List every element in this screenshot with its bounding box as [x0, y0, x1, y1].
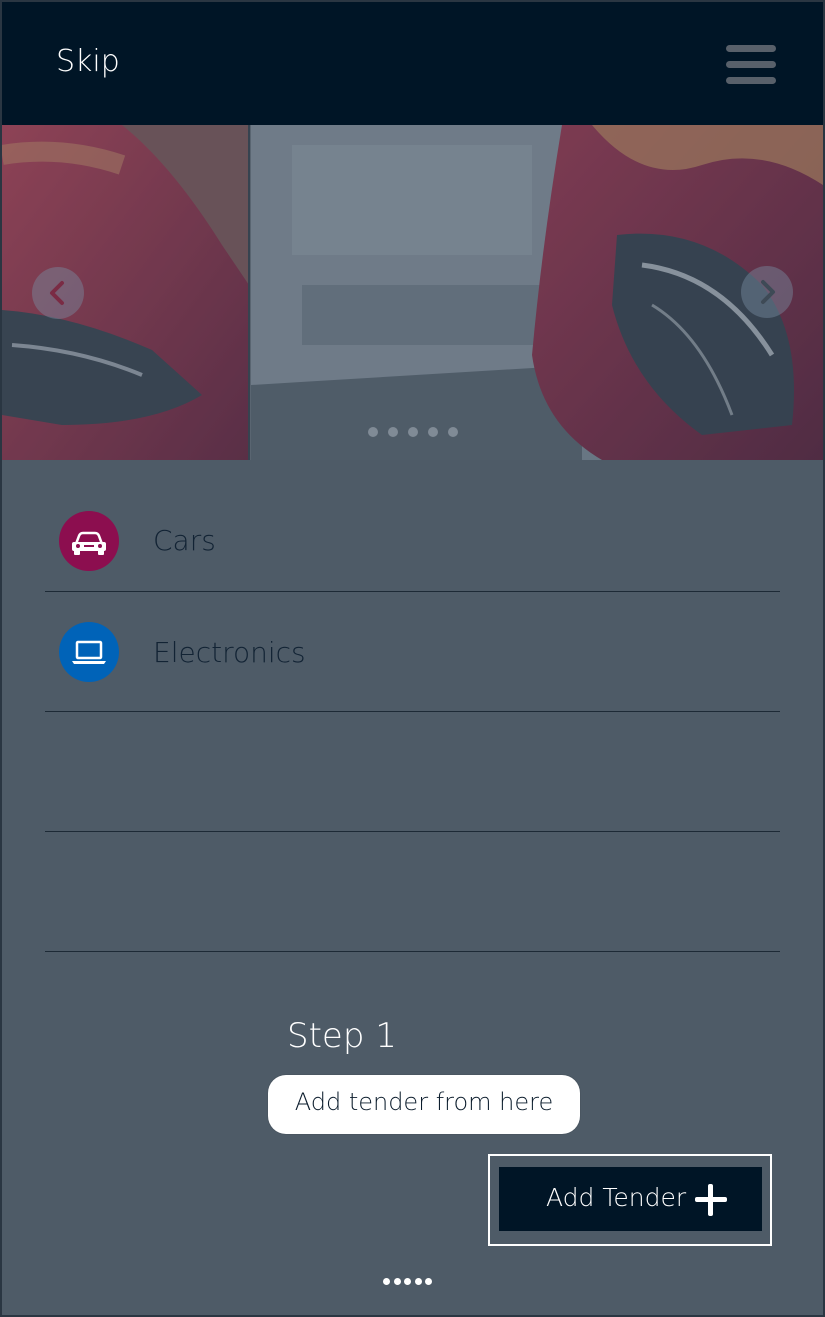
carousel-indicators	[368, 422, 468, 437]
category-label: Electronics	[153, 636, 306, 669]
category-list: Cars Electronics	[45, 480, 780, 952]
tutorial-hint-bubble: Add tender from here	[268, 1075, 580, 1134]
carousel-dot[interactable]	[428, 427, 438, 437]
hamburger-menu-icon[interactable]	[726, 45, 776, 85]
carousel-next-button[interactable]	[741, 266, 793, 318]
carousel-prev-button[interactable]	[32, 267, 84, 319]
chevron-left-icon	[50, 281, 64, 305]
add-tender-button[interactable]: Add Tender	[499, 1167, 762, 1231]
carousel-dot[interactable]	[388, 427, 398, 437]
carousel-dot[interactable]	[408, 427, 418, 437]
pager-dot[interactable]	[404, 1278, 411, 1285]
plus-icon	[695, 1184, 727, 1216]
category-item-cars[interactable]: Cars	[45, 480, 780, 592]
add-tender-label: Add Tender	[546, 1183, 687, 1212]
pager-dot[interactable]	[414, 1278, 422, 1285]
image-carousel[interactable]	[2, 125, 823, 460]
tutorial-hint-text: Add tender from here	[294, 1088, 554, 1116]
category-item-electronics[interactable]: Electronics	[45, 592, 780, 712]
app-header: Skip	[2, 2, 823, 125]
carousel-dot[interactable]	[368, 427, 378, 437]
car-icon	[59, 511, 119, 571]
pager-dot[interactable]	[383, 1278, 390, 1285]
laptop-icon	[59, 622, 119, 682]
category-label: Cars	[153, 524, 216, 557]
carousel-dot[interactable]	[448, 427, 458, 437]
pager-dot[interactable]	[425, 1278, 432, 1285]
tutorial-pager	[383, 1270, 436, 1289]
category-item-empty	[45, 832, 780, 952]
carousel-image	[2, 125, 823, 460]
pager-dot[interactable]	[393, 1278, 401, 1285]
skip-button[interactable]: Skip	[56, 44, 120, 79]
category-item-empty	[45, 712, 780, 832]
chevron-right-icon	[761, 280, 775, 304]
tutorial-step-title: Step 1	[287, 1016, 397, 1056]
